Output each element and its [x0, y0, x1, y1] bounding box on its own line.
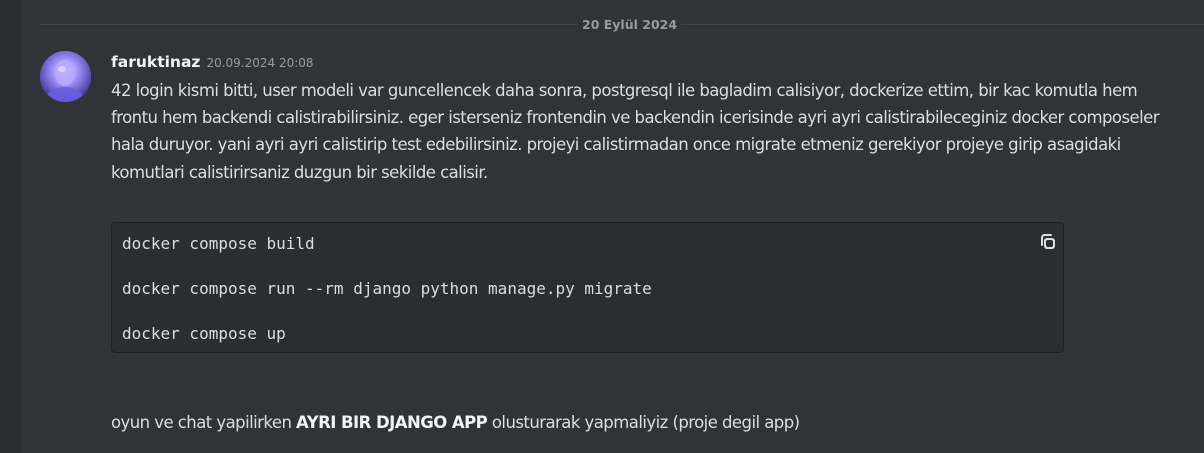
- code-line: docker compose run --rm django python ma…: [122, 279, 652, 298]
- copy-code-button[interactable]: [1037, 231, 1059, 253]
- message-header: faruktinaz 20.09.2024 20:08: [111, 52, 314, 74]
- avatar[interactable]: [40, 51, 91, 102]
- message-text: 42 login kismi bitti, user modeli var gu…: [111, 81, 1160, 182]
- message-text-2-after: olusturarak yapmaliyiz (proje degil app): [487, 413, 800, 432]
- message-text-2-before: oyun ve chat yapilirken: [111, 413, 297, 432]
- username[interactable]: faruktinaz: [111, 53, 200, 71]
- date-divider-label: 20 Eylül 2024: [578, 16, 682, 33]
- message-timestamp[interactable]: 20.09.2024 20:08: [206, 56, 313, 70]
- avatar-icon: [40, 51, 91, 102]
- copy-icon: [1041, 234, 1055, 249]
- message-text-2-bold: AYRI BIR DJANGO APP: [296, 413, 488, 432]
- message-text-2: oyun ve chat yapilirken AYRI BIR DJANGO …: [111, 409, 800, 436]
- code-line: docker compose up: [122, 324, 286, 343]
- left-sidebar-edge: [0, 0, 21, 453]
- code-block: docker compose build docker compose run …: [111, 222, 1064, 353]
- code-line: docker compose build: [122, 234, 315, 253]
